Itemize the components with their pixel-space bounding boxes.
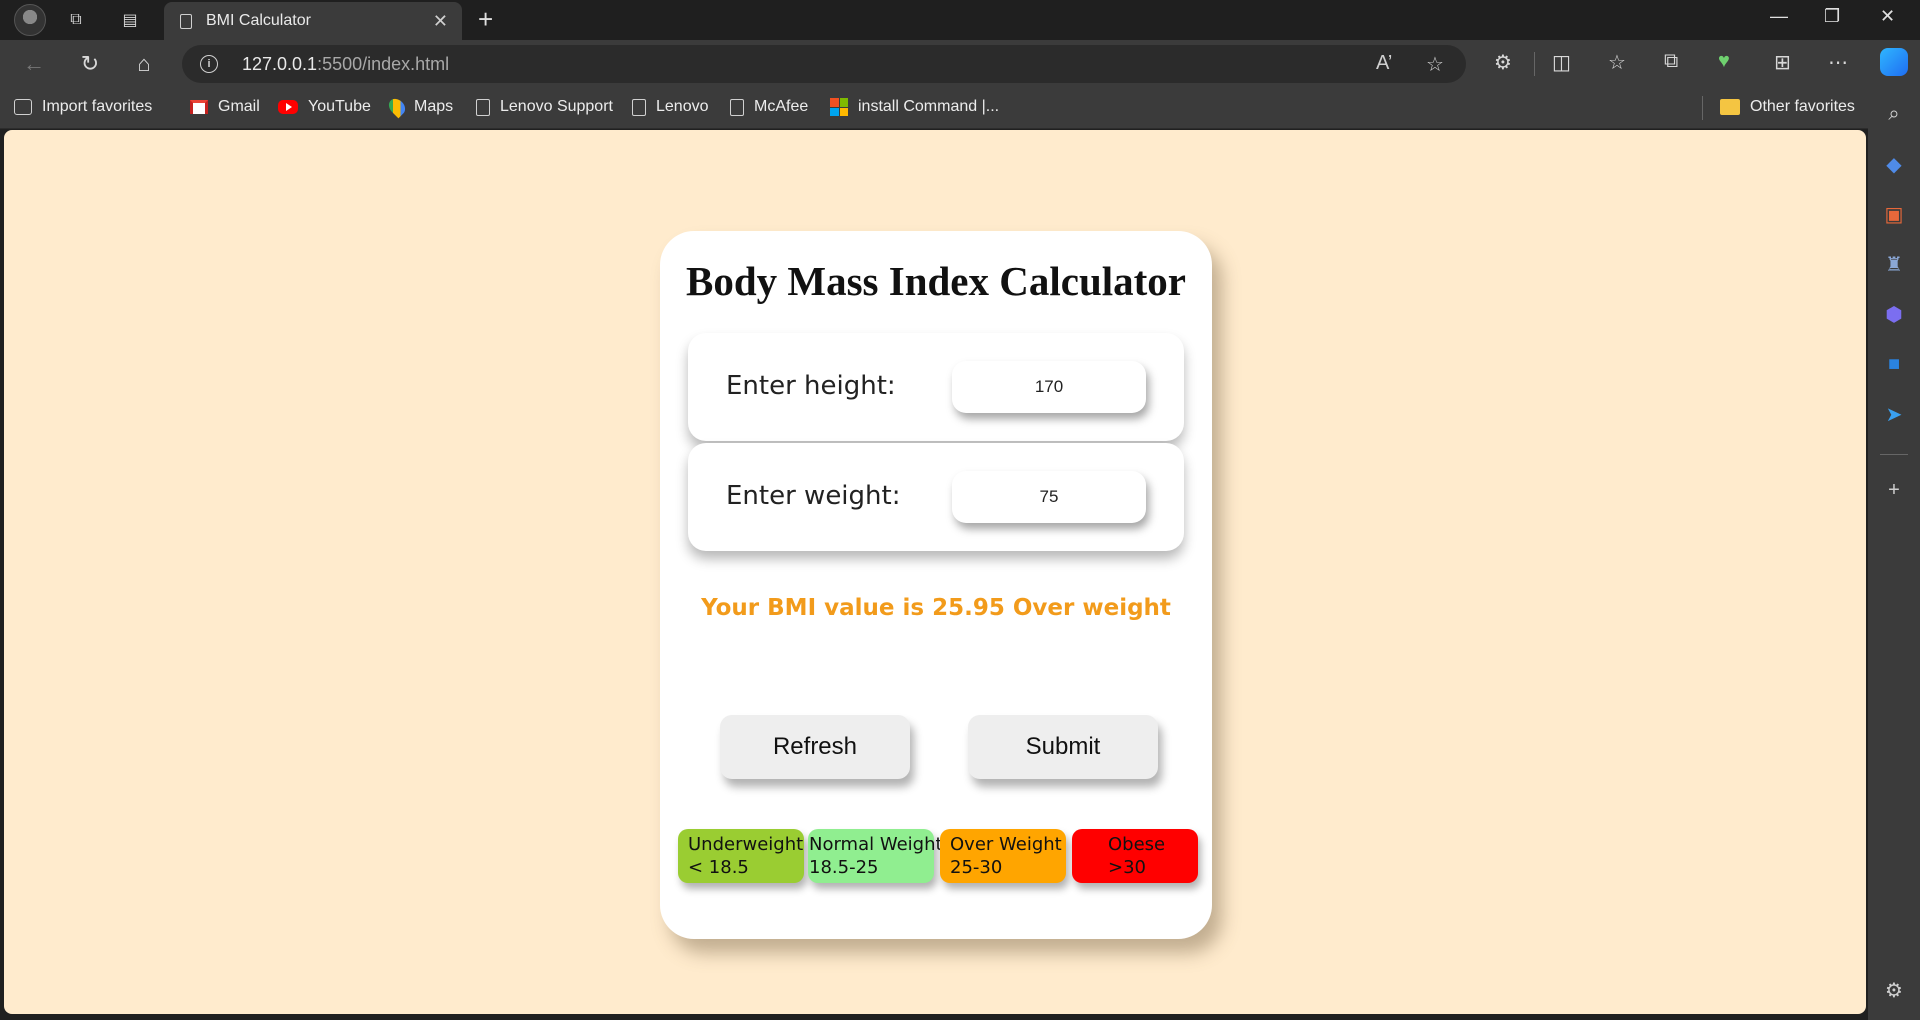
apps-icon[interactable]: ⊞ [1774, 50, 1791, 75]
favorites-divider [1702, 96, 1703, 120]
outlook-icon[interactable]: ■ [1882, 352, 1906, 376]
favorite-install-command[interactable]: install Command |... [830, 98, 999, 116]
favorites-icon[interactable]: ☆ [1608, 50, 1626, 75]
page-icon [476, 98, 490, 116]
height-row: Enter height: [688, 333, 1184, 441]
weight-row: Enter weight: [688, 443, 1184, 551]
add-sidebar-app-icon[interactable]: + [1882, 478, 1906, 502]
weight-label: Enter weight: [726, 481, 901, 511]
tab-title: BMI Calculator [206, 12, 311, 29]
favorite-label: Lenovo [656, 98, 709, 115]
read-aloud-icon[interactable]: A’ [1376, 52, 1392, 75]
category-name: Over Weight [950, 834, 1062, 855]
favorite-label: Gmail [218, 98, 260, 115]
favorite-label: install Command |... [858, 98, 1000, 115]
split-screen-icon[interactable]: ◫ [1552, 50, 1571, 75]
bmi-result: Your BMI value is 25.95 Over weight [701, 595, 1171, 621]
navigation-bar: ← ↻ ⌂ i 127.0.0.1:5500/index.html A’ ☆ ⚙… [0, 40, 1920, 88]
url-path: :5500/index.html [317, 54, 450, 74]
page-viewport: Body Mass Index Calculator Enter height:… [4, 130, 1866, 1014]
page-icon [730, 98, 744, 116]
url-host: 127.0.0.1 [242, 54, 318, 74]
browser-essentials-icon[interactable]: ♥ [1718, 50, 1730, 73]
restore-icon[interactable]: ❐ [1824, 6, 1840, 27]
bmi-card: Body Mass Index Calculator Enter height:… [660, 231, 1212, 939]
favorite-label: McAfee [754, 98, 809, 115]
favorite-label: YouTube [308, 98, 371, 115]
edge-sidebar: ⌕ ◆ ▣ ♜ ⬢ ■ ➤ + ⚙ [1868, 88, 1920, 1020]
page-icon [180, 13, 192, 29]
workspaces-icon[interactable]: ⧉ [64, 8, 88, 32]
collections-icon[interactable]: ⧉ [1664, 50, 1678, 73]
category-range: < 18.5 [688, 857, 749, 878]
category-name: Underweight [688, 834, 804, 855]
category-normal-weight: Normal Weight 18.5-25 [808, 829, 943, 883]
favorite-label: Maps [414, 98, 454, 115]
microsoft-icon [830, 98, 848, 116]
profile-avatar[interactable] [14, 4, 46, 36]
category-over-weight: Over Weight 25-30 [940, 829, 1066, 883]
favorites-bar: Import favorites Gmail YouTube Maps Leno… [0, 88, 1868, 129]
favorite-youtube[interactable]: YouTube [278, 98, 371, 116]
home-icon[interactable]: ⌂ [130, 50, 158, 78]
folder-icon [1720, 99, 1740, 115]
more-options-icon[interactable]: ⋯ [1828, 50, 1848, 75]
refresh-icon[interactable]: ↻ [76, 50, 104, 78]
favorite-star-icon[interactable]: ☆ [1426, 52, 1444, 77]
favorite-gmail[interactable]: Gmail [190, 98, 260, 116]
copilot-icon[interactable] [1880, 48, 1908, 76]
send-icon[interactable]: ➤ [1882, 402, 1906, 426]
close-window-icon[interactable]: ✕ [1880, 6, 1895, 27]
sidebar-settings-icon[interactable]: ⚙ [1882, 978, 1906, 1002]
extensions-icon[interactable]: ⚙ [1494, 50, 1512, 75]
import-icon [14, 99, 32, 115]
category-range: 18.5-25 [809, 857, 879, 878]
other-favorites[interactable]: Other favorites [1720, 98, 1855, 116]
maps-icon [385, 95, 409, 119]
favorite-label: Import favorites [42, 98, 153, 115]
favorite-import[interactable]: Import favorites [14, 98, 152, 116]
site-info-icon[interactable]: i [200, 55, 218, 73]
toolbar-divider [1534, 52, 1535, 76]
page-icon [632, 98, 646, 116]
other-favorites-label: Other favorites [1750, 98, 1855, 115]
height-label: Enter height: [726, 371, 896, 401]
search-icon[interactable]: ⌕ [1882, 102, 1906, 126]
shopping-tag-icon[interactable]: ◆ [1882, 152, 1906, 176]
refresh-button[interactable]: Refresh [720, 715, 910, 779]
category-underweight: Underweight < 18.5 [678, 829, 804, 883]
address-bar[interactable]: i 127.0.0.1:5500/index.html A’ ☆ [182, 45, 1466, 83]
weight-input[interactable] [952, 471, 1146, 523]
favorite-lenovo-support[interactable]: Lenovo Support [476, 98, 613, 116]
page-title: Body Mass Index Calculator [685, 258, 1186, 304]
category-name: Obese [1108, 834, 1166, 855]
sidebar-divider [1880, 454, 1908, 455]
gmail-icon [190, 100, 208, 114]
category-name: Normal Weight [809, 834, 943, 855]
tools-briefcase-icon[interactable]: ▣ [1882, 202, 1906, 226]
category-obese: Obese >30 [1072, 829, 1198, 883]
title-bar: ⧉ ▤ BMI Calculator ✕ + — ❐ ✕ [0, 0, 1920, 40]
favorite-label: Lenovo Support [500, 98, 613, 115]
favorite-maps[interactable]: Maps [385, 95, 454, 119]
youtube-icon [278, 100, 298, 114]
tab-actions-icon[interactable]: ▤ [118, 8, 142, 32]
close-tab-icon[interactable]: ✕ [433, 11, 448, 32]
submit-button[interactable]: Submit [968, 715, 1158, 779]
category-range: 25-30 [950, 857, 1003, 878]
category-range: >30 [1108, 857, 1146, 878]
minimize-icon[interactable]: — [1770, 6, 1788, 27]
tab-bmi-calculator[interactable]: BMI Calculator ✕ [164, 2, 462, 40]
height-input[interactable] [952, 361, 1146, 413]
games-icon[interactable]: ♜ [1882, 252, 1906, 276]
new-tab-icon[interactable]: + [478, 6, 493, 32]
favorite-mcafee[interactable]: McAfee [730, 98, 808, 116]
microsoft-365-icon[interactable]: ⬢ [1882, 302, 1906, 326]
url-text[interactable]: 127.0.0.1:5500/index.html [242, 54, 449, 75]
back-icon[interactable]: ← [20, 50, 48, 78]
favorite-lenovo[interactable]: Lenovo [632, 98, 709, 116]
